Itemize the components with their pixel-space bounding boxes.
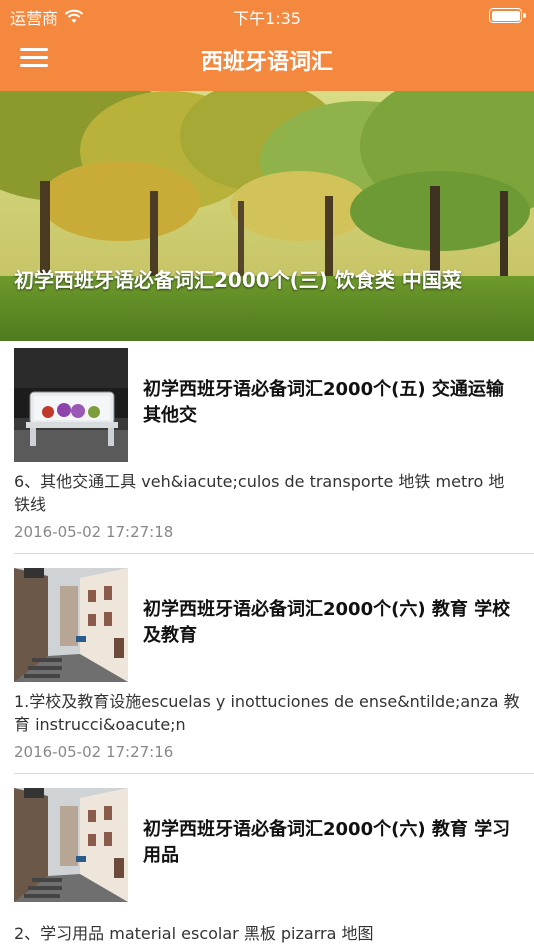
article-title: 初学西班牙语必备词汇2000个(六) 教育 学习用品 [143,819,511,866]
divider [14,773,534,774]
battery-icon [489,8,526,23]
article-title: 初学西班牙语必备词汇2000个(五) 交通运输 其他交 [143,379,504,426]
article-thumbnail [14,568,128,682]
article-date: 2016-05-02 17:27:16 [14,743,174,761]
article-title: 初学西班牙语必备词汇2000个(六) 教育 学校及教育 [143,599,511,646]
status-time: 下午1:35 [233,9,301,28]
list-item[interactable]: 初学西班牙语必备词汇2000个(六) 教育 学习用品 2、学习用品 materi… [0,781,534,950]
app-header: 运营商 下午1:35 西班牙语词汇 [0,0,534,91]
banner-image [0,91,534,341]
article-thumbnail [14,348,128,462]
banner-caption: 初学西班牙语必备词汇2000个(三) 饮食类 中国菜 [14,268,462,292]
list-item[interactable]: 初学西班牙语必备词汇2000个(五) 交通运输 其他交 6、其他交通工具 veh… [0,341,534,554]
list-item[interactable]: 初学西班牙语必备词汇2000个(六) 教育 学校及教育 1.学校及教育设施esc… [0,561,534,774]
divider [14,553,534,554]
featured-banner[interactable]: 初学西班牙语必备词汇2000个(三) 饮食类 中国菜 [0,91,534,341]
article-excerpt: 1.学校及教育设施escuelas y inottuciones de ense… [14,692,520,734]
page-title: 西班牙语词汇 [200,50,333,75]
status-bar: 运营商 下午1:35 [0,0,534,30]
article-excerpt: 6、其他交通工具 veh&iacute;culos de transporte … [14,472,505,514]
article-excerpt: 2、学习用品 material escolar 黑板 pizarra 地图 [14,924,374,943]
article-thumbnail [14,788,128,902]
article-date: 2016-05-02 17:27:18 [14,523,174,541]
